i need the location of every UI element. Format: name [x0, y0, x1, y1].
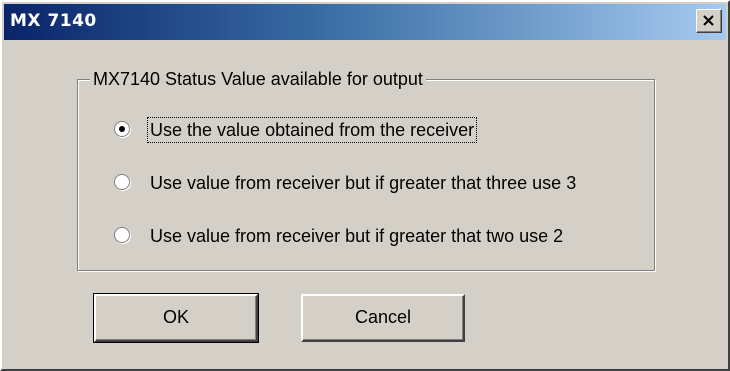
status-value-groupbox: MX7140 Status Value available for output… [77, 69, 655, 271]
groupbox-legend: MX7140 Status Value available for output [90, 69, 426, 89]
radio-button[interactable] [114, 227, 130, 243]
close-x-icon [703, 15, 714, 26]
ok-button[interactable]: OK [93, 293, 259, 343]
window-title: MX 7140 [10, 11, 97, 31]
radio-label[interactable]: Use the value obtained from the receiver [146, 117, 478, 143]
radio-button[interactable] [114, 121, 130, 137]
title-bar[interactable]: MX 7140 [4, 4, 726, 40]
radio-label[interactable]: Use value from receiver but if greater t… [148, 224, 565, 248]
mx7140-dialog: MX 7140 MX7140 Status Value available fo… [0, 0, 730, 371]
radio-button[interactable] [114, 174, 130, 190]
close-button[interactable] [696, 9, 722, 33]
radio-selected-dot [119, 126, 125, 132]
cancel-button[interactable]: Cancel [301, 294, 465, 342]
radio-label[interactable]: Use value from receiver but if greater t… [148, 171, 578, 195]
